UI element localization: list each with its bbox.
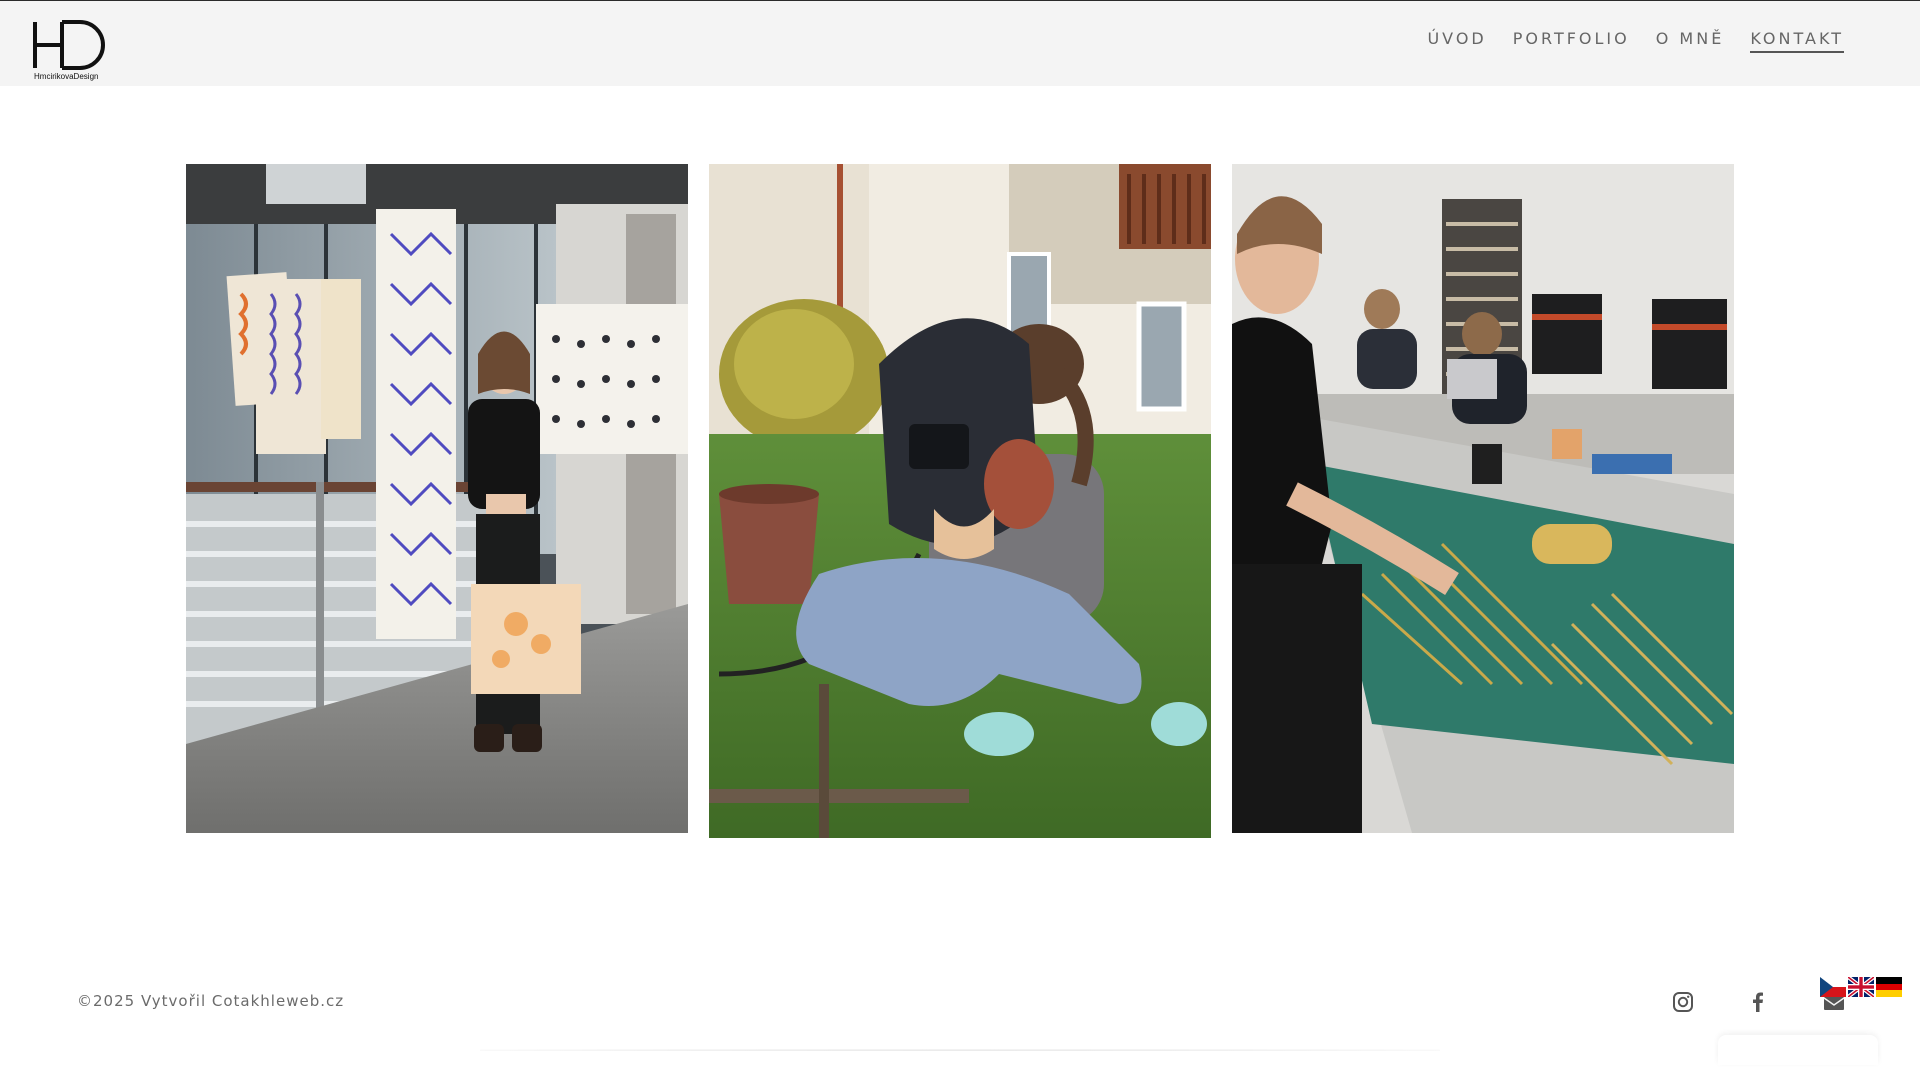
page: HmcirikovaDesign ÚVOD PORTFOLIO O MNĚ KO… [0,0,1920,1080]
nav-item-kontakt[interactable]: KONTAKT [1750,29,1844,53]
language-switcher [1820,977,1902,997]
gallery-photo-welding[interactable] [709,164,1211,838]
logo[interactable]: HmcirikovaDesign [32,19,112,85]
site-header: HmcirikovaDesign ÚVOD PORTFOLIO O MNĚ KO… [0,1,1920,86]
nav-item-o-mne[interactable]: O MNĚ [1656,29,1725,53]
photo-welding-image [709,164,1211,838]
de-flag-icon[interactable] [1876,977,1902,997]
bottom-tab [1718,1035,1878,1065]
photo-exhibition-image [186,164,688,833]
footer-copyright: ©2025 Vytvořil Cotakhleweb.cz [77,992,345,1010]
instagram-icon[interactable] [1670,989,1696,1015]
photo-workshop-image [1232,164,1734,833]
bottom-bar [0,1051,1920,1080]
en-flag-icon[interactable] [1848,977,1874,997]
photo-gallery [186,164,1734,839]
logo-mark-icon [33,20,105,70]
facebook-icon[interactable] [1745,989,1771,1015]
nav-item-portfolio[interactable]: PORTFOLIO [1513,29,1630,53]
gallery-photo-exhibition[interactable] [186,164,688,833]
nav-item-uvod[interactable]: ÚVOD [1427,29,1486,53]
cs-flag-icon[interactable] [1820,977,1846,997]
gallery-photo-workshop[interactable] [1232,164,1734,833]
main-nav: ÚVOD PORTFOLIO O MNĚ KONTAKT [1401,29,1844,53]
logo-caption: HmcirikovaDesign [34,72,99,81]
